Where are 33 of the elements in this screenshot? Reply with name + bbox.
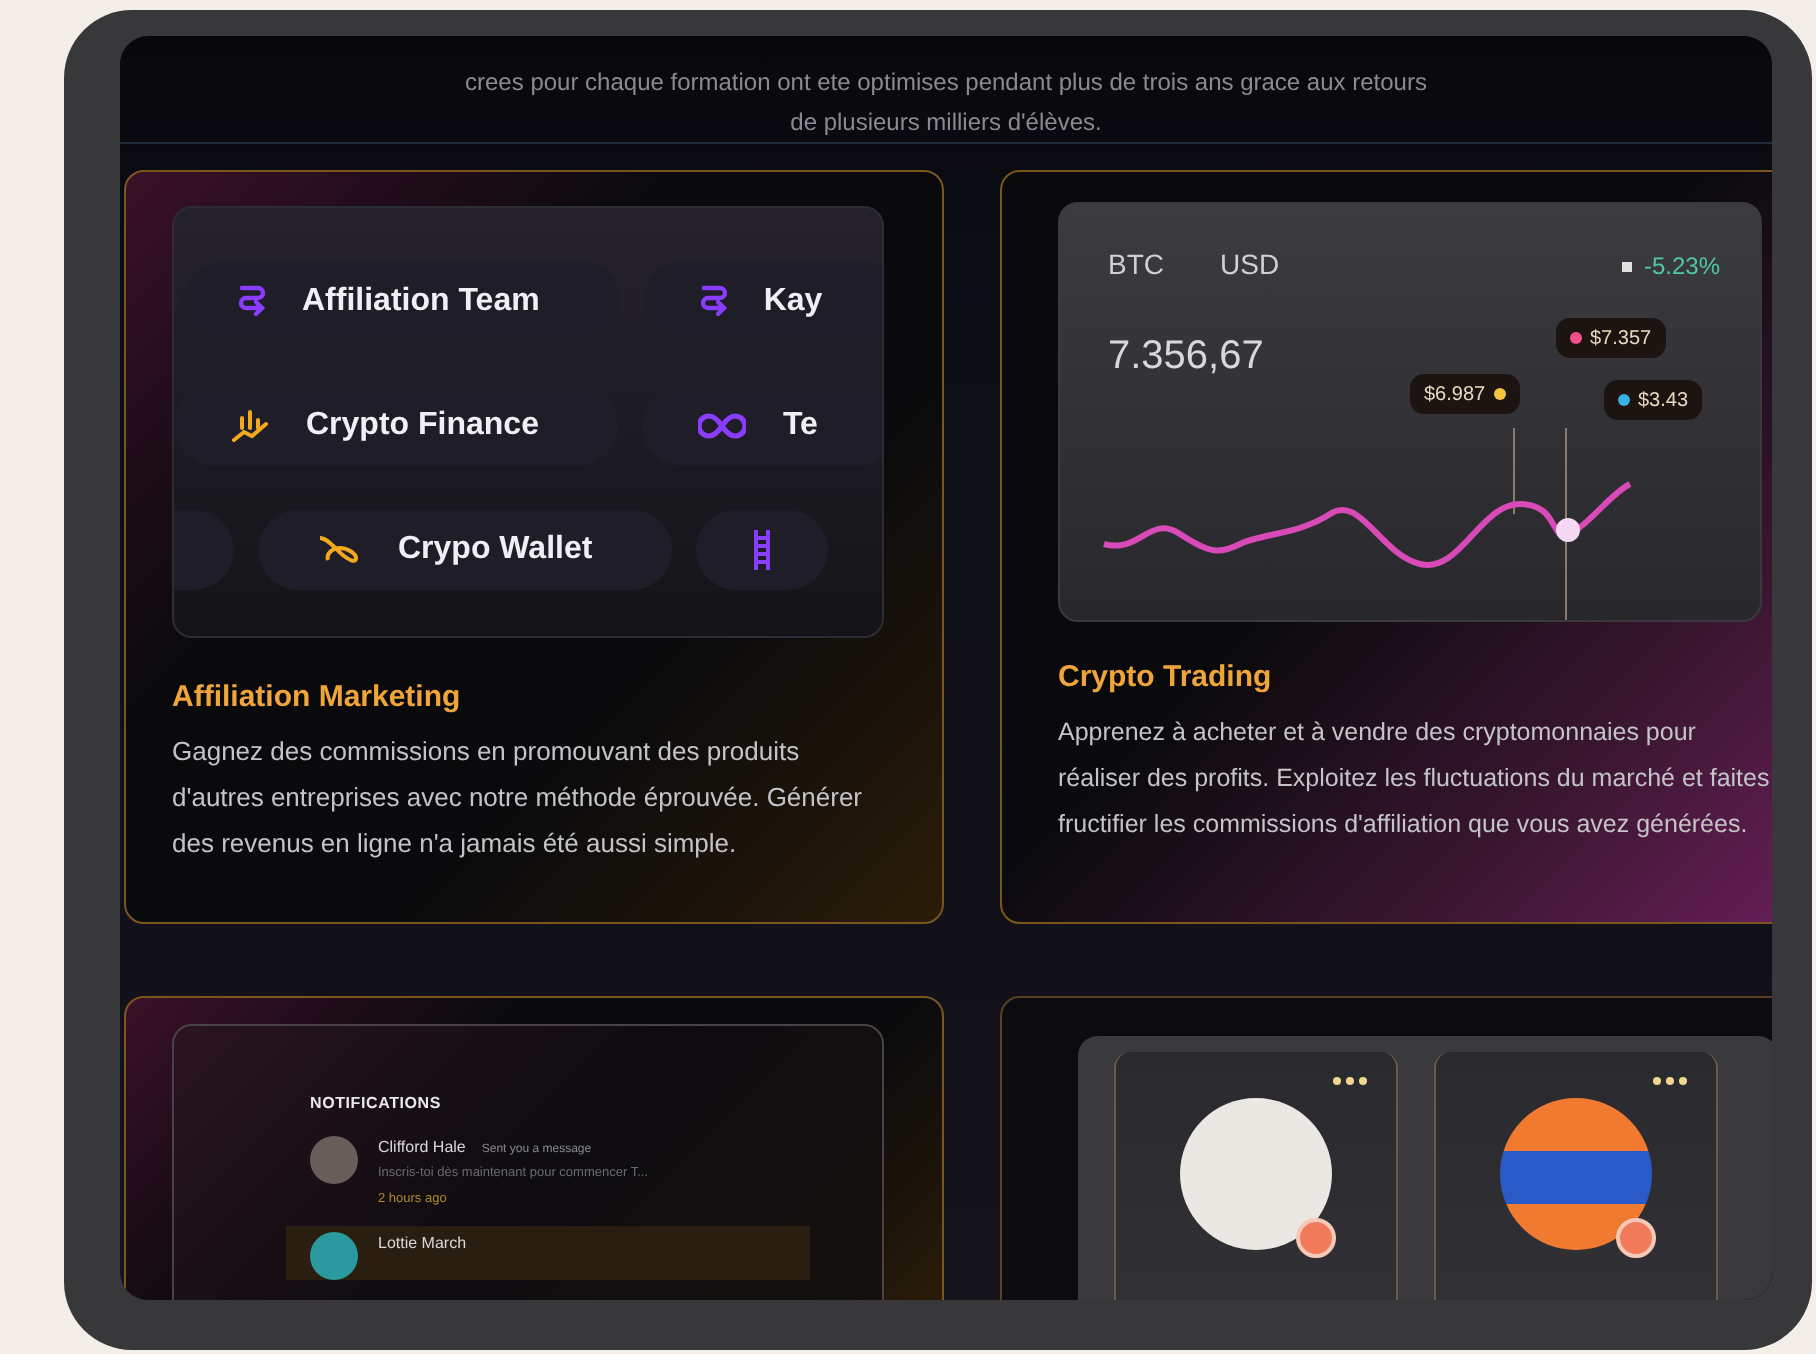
tag-label: Crypo Wallet <box>398 530 593 570</box>
trend-icon <box>1621 261 1632 271</box>
intro-text: de plusieurs milliers d'élèves. <box>790 106 1102 140</box>
price-tag-text: $6.987 <box>1424 381 1486 409</box>
price-value: 7.356,67 <box>1108 332 1264 382</box>
price-tag-text: $7.357 <box>1590 325 1652 353</box>
currency-label: BTC <box>1108 246 1164 284</box>
price-tag-text: $3.43 <box>1638 387 1689 415</box>
card-title: Affiliation Marketing <box>172 678 463 718</box>
ladder-icon <box>752 528 773 572</box>
sender-name: Clifford Hale <box>378 1136 466 1160</box>
tag-label: Te <box>782 406 818 446</box>
avatar <box>310 1231 358 1279</box>
tag-label: Kay <box>763 282 823 322</box>
currency-label: USD <box>1220 246 1280 284</box>
zigzag-icon <box>699 284 728 320</box>
tag-label: Affiliation Team <box>302 282 540 322</box>
price-change: -5.23% <box>1643 250 1720 284</box>
more-icon[interactable] <box>1332 1076 1368 1086</box>
more-icon[interactable] <box>1652 1076 1688 1086</box>
card-description: Gagnez des commissions en promouvant des produits d'autres entreprises avec notre méthode éprouvée. Générer des revenus en ligne n'a jamais été aussi simple. <box>172 733 865 862</box>
intro-text: crees pour chaque formation ont ete optimises pendant plus de trois ans grace aux retours <box>465 66 1427 100</box>
orbit-icon <box>314 532 362 568</box>
sender-name: Lottie March <box>378 1231 467 1255</box>
zigzag-icon <box>238 284 266 320</box>
card-description: Apprenez à acheter et à vendre des cryptomonnaies pour réaliser des profits. Exploitez les fluctuations du marché et faites fructifier les commissions d'affiliation que vous avez générées. <box>1058 715 1770 842</box>
notifications-heading: NOTIFICATIONS <box>310 1092 444 1116</box>
card-title: Crypto Trading <box>1058 658 1274 698</box>
infinity-icon <box>698 412 747 440</box>
tag-label: Crypto Finance <box>306 406 539 446</box>
notification-item[interactable]: Lottie March <box>286 1225 810 1279</box>
avatar <box>310 1136 358 1184</box>
chart-hand-icon <box>230 408 270 444</box>
